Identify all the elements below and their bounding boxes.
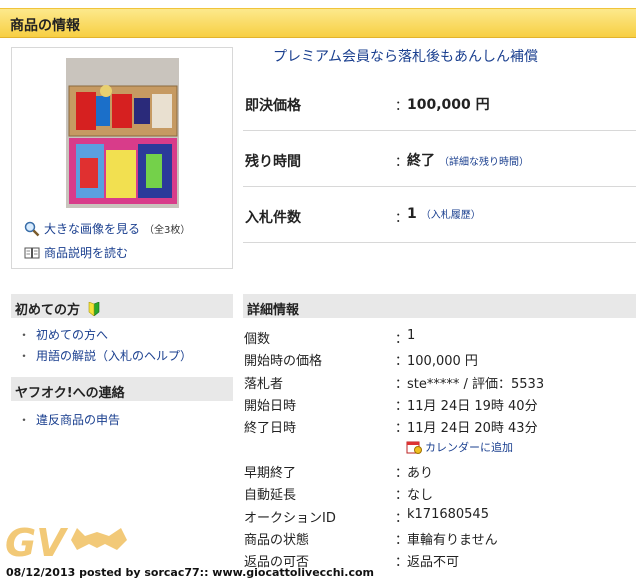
- footer-credit: 08/12/2013 posted by sorcac77:: www.gioc…: [6, 566, 375, 579]
- view-large-image-link[interactable]: 大きな画像を見る （全3枚）: [24, 220, 190, 237]
- beginner-mark-icon: [88, 301, 99, 317]
- read-description-label[interactable]: 商品説明を読む: [44, 244, 128, 261]
- sidebar-link-glossary[interactable]: ・用語の解説（入札のヘルプ）: [18, 347, 192, 364]
- premium-member-link[interactable]: プレミアム会員なら落札後もあんしん補償: [273, 46, 538, 66]
- contact-title: ヤフオク!への連絡: [15, 386, 125, 401]
- remaining-time-value: 終了 （詳細な残り時間）: [407, 153, 529, 169]
- beginners-title: 初めての方: [15, 303, 81, 318]
- buyout-price-label: 即決価格: [245, 98, 301, 114]
- bid-count-row: 入札件数 ： 1 （入札履歴）: [243, 187, 636, 243]
- bid-count-label: 入札件数: [245, 210, 301, 226]
- sidebar-link-report-violation[interactable]: ・違反商品の申告: [18, 411, 120, 428]
- product-image[interactable]: [66, 58, 179, 208]
- bid-count-value: 1 （入札履歴）: [407, 206, 481, 222]
- beginners-section-header: 初めての方: [11, 294, 233, 318]
- book-icon: [24, 247, 40, 258]
- magnifier-icon: [24, 221, 40, 236]
- contact-section-header: ヤフオク!への連絡: [11, 377, 233, 401]
- details-title: 詳細情報: [247, 303, 300, 318]
- section-title: 商品の情報: [10, 18, 80, 34]
- winner-value[interactable]: ste***** / 評価：5533: [407, 373, 544, 392]
- details-section-header: 詳細情報: [243, 294, 636, 318]
- add-to-calendar-link[interactable]: カレンダーに追加: [406, 439, 513, 455]
- buyout-price-value: 100,000 円: [407, 97, 490, 113]
- read-description-link[interactable]: 商品説明を読む: [24, 244, 128, 261]
- svg-text:GV: GV: [5, 521, 68, 564]
- calendar-icon: [406, 441, 422, 454]
- sidebar-link-beginners[interactable]: ・初めての方へ: [18, 326, 108, 343]
- remaining-time-row: 残り時間 ： 終了 （詳細な残り時間）: [243, 131, 636, 187]
- bid-history-link[interactable]: （入札履歴）: [421, 206, 481, 221]
- buyout-price-row: 即決価格 ： 100,000 円: [243, 75, 636, 131]
- watermark-logo: GV: [5, 521, 127, 564]
- view-large-image-label[interactable]: 大きな画像を見る: [44, 220, 140, 237]
- image-panel: 大きな画像を見る （全3枚） 商品説明を読む: [11, 47, 233, 269]
- remaining-time-label: 残り時間: [245, 154, 301, 170]
- image-count: （全3枚）: [144, 225, 191, 236]
- section-header-item-info: 商品の情報: [0, 8, 636, 38]
- remaining-time-detail-link[interactable]: （詳細な残り時間）: [439, 153, 529, 168]
